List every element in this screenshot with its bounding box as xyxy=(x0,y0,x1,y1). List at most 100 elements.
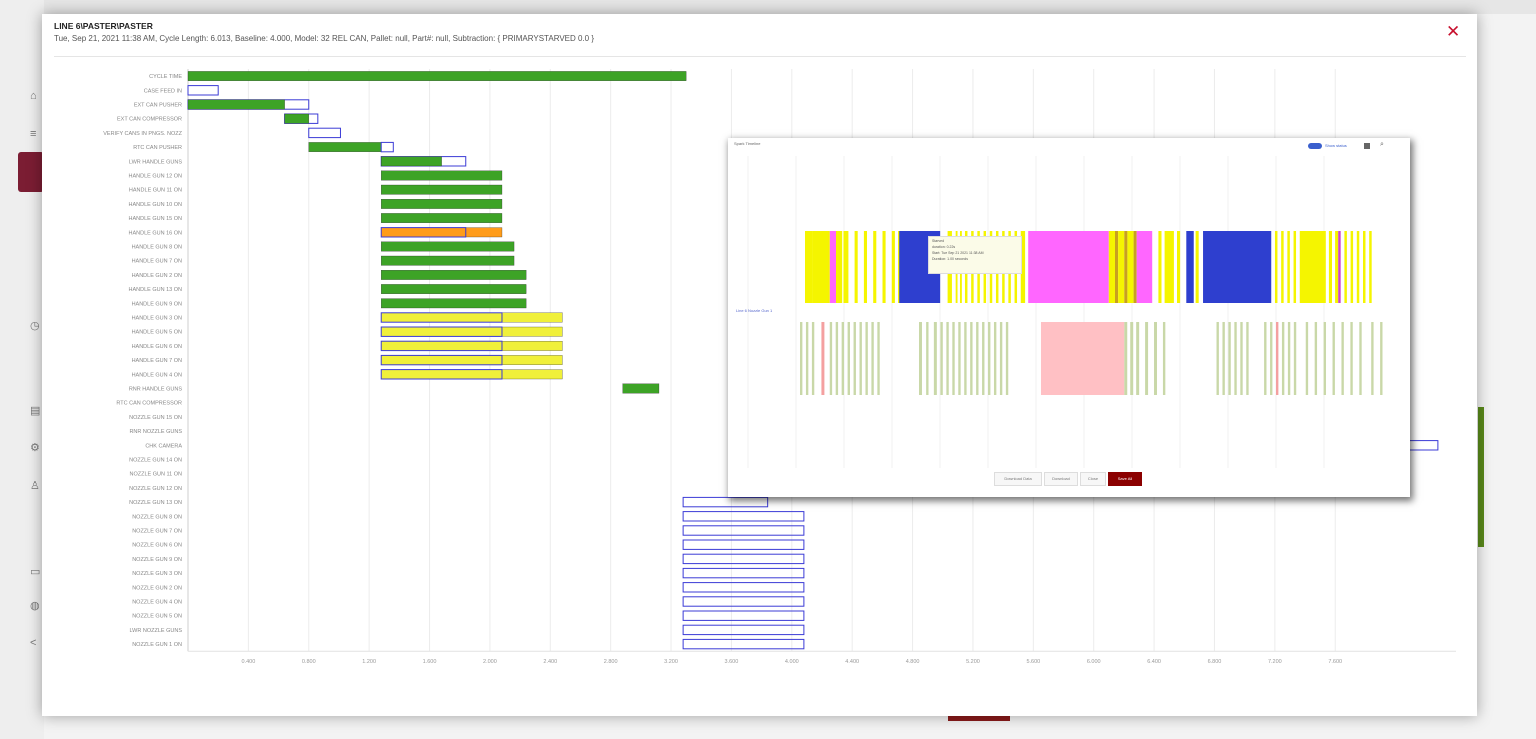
state-segment xyxy=(970,322,973,395)
x-tick-label: 1.600 xyxy=(423,659,437,665)
row-label: LWR NOZZLE GUNS xyxy=(130,628,183,634)
row-label: EXT CAN COMPRESSOR xyxy=(117,117,182,123)
bar-yellow xyxy=(381,312,563,323)
state-segment xyxy=(958,322,961,395)
bar-outline xyxy=(682,638,805,650)
state-segment xyxy=(1127,231,1134,303)
share-icon[interactable]: < xyxy=(30,637,42,649)
x-tick-label: 0.800 xyxy=(302,659,316,665)
row-label: CHK CAMERA xyxy=(145,443,182,449)
bar-yellow xyxy=(381,355,563,365)
home-icon[interactable]: ⌂ xyxy=(30,90,42,102)
bar-green xyxy=(381,213,503,223)
download-data-button[interactable]: Download Data xyxy=(994,472,1042,486)
close-button[interactable]: Close xyxy=(1080,472,1106,486)
timeline-strips xyxy=(747,156,1383,468)
tooltip-line: Start: Tue Sep 21 2021 11:38 AM xyxy=(932,251,984,255)
state-segment xyxy=(1240,322,1243,395)
bar-green xyxy=(381,156,442,167)
tooltip-line: Starved xyxy=(932,239,945,243)
state-segment xyxy=(1293,322,1297,395)
state-segment xyxy=(1133,231,1137,303)
x-tick-label: 6.000 xyxy=(1087,659,1101,665)
bar-outline xyxy=(682,496,769,508)
x-tick-label: 2.400 xyxy=(543,659,557,665)
row-label: NOZZLE GUN 7 ON xyxy=(132,529,182,535)
state-segment xyxy=(1186,231,1194,303)
state-segment xyxy=(1350,231,1354,303)
bar-green xyxy=(381,270,527,280)
state-segment xyxy=(1195,231,1199,303)
background-button xyxy=(948,716,1010,721)
state-segment xyxy=(952,322,955,395)
bar-outline xyxy=(682,553,805,565)
clock-icon[interactable]: ◷ xyxy=(30,320,42,332)
app-topbar xyxy=(0,0,1536,14)
row-label: HANDLE GUN 16 ON xyxy=(129,230,183,236)
state-segment xyxy=(871,322,874,395)
bar-green xyxy=(381,199,503,209)
state-segment xyxy=(1228,322,1231,395)
close-icon[interactable]: ✕ xyxy=(1446,22,1460,42)
dialog-title: LINE 6\PASTER\PASTER xyxy=(54,21,153,31)
dialog-subtitle: Tue, Sep 21, 2021 11:38 AM, Cycle Length… xyxy=(54,34,595,43)
state-segment xyxy=(946,322,949,395)
bar-green xyxy=(187,71,687,81)
row-label: NOZZLE GUN 8 ON xyxy=(132,514,182,520)
state-segment xyxy=(812,231,830,303)
calendar-icon[interactable]: ▭ xyxy=(30,566,42,578)
state-segment xyxy=(1203,231,1272,303)
state-segment xyxy=(853,322,856,395)
bar-green xyxy=(381,184,503,195)
state-segment xyxy=(1028,231,1109,303)
sidebar-active-item[interactable] xyxy=(18,152,44,192)
bar-outline xyxy=(682,525,805,536)
x-tick-label: 2.000 xyxy=(483,659,497,665)
state-segment xyxy=(1359,322,1362,395)
state-segment xyxy=(1274,231,1278,303)
bar-green xyxy=(381,241,515,252)
state-segment xyxy=(1369,231,1372,303)
x-tick-label: 4.000 xyxy=(785,659,799,665)
state-segment xyxy=(1222,322,1225,395)
download-button[interactable]: Download xyxy=(1044,472,1078,486)
user-icon[interactable]: ♙ xyxy=(30,480,42,492)
x-tick-label: 6.400 xyxy=(1147,659,1161,665)
state-segment xyxy=(873,231,877,303)
state-segment xyxy=(1005,322,1009,395)
row-label: NOZZLE GUN 15 ON xyxy=(129,415,182,421)
report-icon[interactable]: ▤ xyxy=(30,405,42,417)
row-label: HANDLE GUN 8 ON xyxy=(132,245,182,251)
state-segment xyxy=(1314,322,1318,395)
state-segment xyxy=(1281,231,1284,303)
state-segment xyxy=(829,231,836,303)
row-label: HANDLE GUN 9 ON xyxy=(132,301,182,307)
state-segment xyxy=(940,322,943,395)
state-segment xyxy=(1264,322,1267,395)
row-label: HANDLE GUN 6 ON xyxy=(132,344,182,350)
bar-outline xyxy=(682,511,805,522)
row-label: NOZZLE GUN 13 ON xyxy=(129,500,182,506)
bar-green xyxy=(622,383,660,394)
state-segment xyxy=(926,322,929,395)
save-all-button[interactable]: Save All xyxy=(1108,472,1142,486)
row-label: RTC CAN PUSHER xyxy=(133,145,182,151)
state-segment xyxy=(1124,231,1128,303)
x-tick-label: 6.800 xyxy=(1208,659,1222,665)
bar-green xyxy=(308,142,382,152)
popup-row-link[interactable]: Line 6 Nozzle Gun 1 xyxy=(736,308,772,313)
state-segment xyxy=(1118,231,1125,303)
bar-outline xyxy=(682,567,805,579)
header-divider xyxy=(54,56,1466,57)
state-segment xyxy=(1341,322,1344,395)
app-sidebar: ⌂ ≡ ◷ ▤ ⚙ ♙ ▭ ◍ < xyxy=(0,0,44,739)
x-tick-label: 2.800 xyxy=(604,659,618,665)
menu-icon[interactable]: ≡ xyxy=(30,128,42,140)
settings-icon[interactable]: ⚙ xyxy=(30,442,42,454)
x-tick-label: 1.200 xyxy=(362,659,376,665)
globe-icon[interactable]: ◍ xyxy=(30,600,42,612)
state-segment xyxy=(1246,322,1249,395)
state-segment xyxy=(1332,322,1335,395)
state-segment xyxy=(854,231,858,303)
row-label: HANDLE GUN 15 ON xyxy=(129,216,183,222)
